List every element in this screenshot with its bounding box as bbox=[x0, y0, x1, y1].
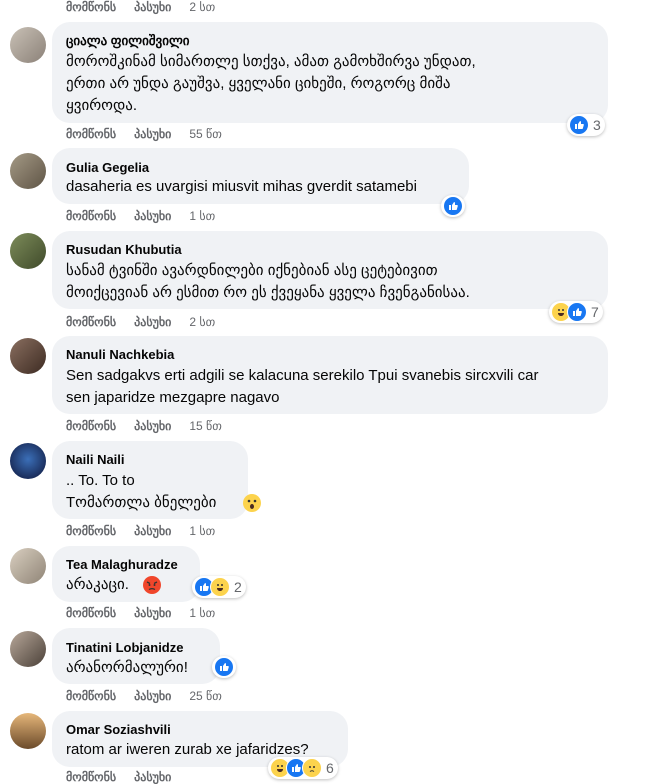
like-link[interactable]: მომწონს bbox=[66, 127, 116, 141]
comment-text: ratom ar iweren zurab xe jafaridzes? bbox=[66, 741, 309, 758]
reaction-count: 6 bbox=[326, 760, 334, 776]
reply-link[interactable]: პასუხი bbox=[134, 0, 171, 14]
like-link[interactable]: მომწონს bbox=[66, 606, 116, 620]
reaction-summary[interactable]: 7 bbox=[549, 301, 603, 323]
reaction-summary[interactable]: 3 bbox=[567, 114, 605, 136]
avatar[interactable] bbox=[10, 548, 46, 584]
avatar[interactable] bbox=[10, 338, 46, 374]
comment-author[interactable]: Omar Soziashvili bbox=[66, 722, 171, 737]
comment-time[interactable]: 25 წთ bbox=[189, 689, 222, 703]
comment-actions: მომწონს პასუხი 55 წთ bbox=[66, 127, 222, 141]
haha-reaction-icon bbox=[210, 577, 230, 597]
comment-author[interactable]: Naili Naili bbox=[66, 452, 125, 467]
avatar[interactable] bbox=[10, 233, 46, 269]
like-reaction-icon bbox=[569, 115, 589, 135]
reply-link[interactable]: პასუხი bbox=[134, 524, 171, 538]
comment-text: Tომართლა ბნელები bbox=[66, 494, 217, 511]
comment-actions: მომწონს პასუხი 2 სთ bbox=[66, 315, 215, 329]
comment-actions: მომწონს პასუხი 15 წთ bbox=[66, 419, 222, 433]
like-link[interactable]: მომწონს bbox=[66, 209, 116, 223]
like-reaction-icon bbox=[443, 196, 463, 216]
reply-link[interactable]: პასუხი bbox=[134, 770, 171, 784]
comment-time[interactable]: 1 სთ bbox=[189, 524, 215, 538]
reaction-summary[interactable]: 2 bbox=[192, 576, 246, 598]
comment-author[interactable]: Rusudan Khubutia bbox=[66, 242, 182, 257]
comment-time[interactable]: 55 წთ bbox=[189, 127, 222, 141]
comment-actions: მომწონს პასუხი bbox=[66, 770, 171, 784]
like-reaction-icon bbox=[214, 657, 234, 677]
reaction-count: 3 bbox=[593, 117, 601, 133]
reply-link[interactable]: პასუხი bbox=[134, 315, 171, 329]
comment-author[interactable]: Tinatini Lobjanidze bbox=[66, 640, 183, 655]
like-reaction-icon bbox=[567, 302, 587, 322]
reaction-summary[interactable] bbox=[441, 195, 465, 217]
angry-emoji-icon bbox=[143, 576, 161, 594]
comment-text: dasaheria es uvargisi miusvit mihas gver… bbox=[66, 178, 417, 195]
comment-time[interactable]: 2 სთ bbox=[189, 0, 215, 14]
reaction-count: 2 bbox=[234, 579, 242, 595]
avatar[interactable] bbox=[10, 443, 46, 479]
comment-author[interactable]: Gulia Gegelia bbox=[66, 160, 149, 175]
comment-author[interactable]: Tea Malaghuradze bbox=[66, 557, 178, 572]
comment-time[interactable]: 1 სთ bbox=[189, 606, 215, 620]
avatar[interactable] bbox=[10, 631, 46, 667]
comment-time[interactable]: 2 სთ bbox=[189, 315, 215, 329]
comment-text: .. To. To to bbox=[66, 472, 135, 489]
avatar[interactable] bbox=[10, 153, 46, 189]
comment-text: არანორმალური! bbox=[66, 659, 188, 676]
like-link[interactable]: მომწონს bbox=[66, 524, 116, 538]
comment-text: ყვიროდა. bbox=[66, 97, 138, 114]
comment-text: სანამ ტვინში ავარდნილები იქნებიან ასე ცე… bbox=[66, 262, 438, 279]
comment-actions: მომწონს პასუხი 1 სთ bbox=[66, 524, 215, 538]
comment-text: sen japaridze mezgapre nagavo bbox=[66, 389, 280, 406]
comment-text: არაკაცი. bbox=[66, 576, 129, 593]
comment-actions: მომწონს პასუხი 1 სთ bbox=[66, 209, 215, 223]
like-link[interactable]: მომწონს bbox=[66, 770, 116, 784]
comment-author[interactable]: ციალა ფილიშვილი bbox=[66, 33, 190, 49]
reaction-count: 7 bbox=[591, 304, 599, 320]
reply-link[interactable]: პასუხი bbox=[134, 419, 171, 433]
comment-actions: მომწონს პასუხი 1 სთ bbox=[66, 606, 215, 620]
reaction-summary[interactable] bbox=[212, 656, 236, 678]
comment-author[interactable]: Nanuli Nachkebia bbox=[66, 347, 174, 362]
like-link[interactable]: მომწონს bbox=[66, 315, 116, 329]
comment-time[interactable]: 1 სთ bbox=[189, 209, 215, 223]
like-link[interactable]: მომწონს bbox=[66, 0, 116, 14]
comment-actions: მომწონს პასუხი 2 სთ bbox=[66, 0, 215, 14]
comment-text: მოიქცევიან არ ესმით რო ეს ქვეყანა ყველა … bbox=[66, 284, 470, 301]
sad-reaction-icon bbox=[302, 758, 322, 778]
like-link[interactable]: მომწონს bbox=[66, 419, 116, 433]
comment-actions: მომწონს პასუხი 25 წთ bbox=[66, 689, 222, 703]
comment-text: მოროშკინამ სიმართლე სთქვა, ამათ გამოხშირ… bbox=[66, 53, 476, 70]
reply-link[interactable]: პასუხი bbox=[134, 606, 171, 620]
wow-emoji-icon bbox=[243, 494, 261, 512]
reply-link[interactable]: პასუხი bbox=[134, 127, 171, 141]
avatar[interactable] bbox=[10, 713, 46, 749]
comment-text: ერთი არ უნდა გაუშვა, ყველანი ციხეში, როგ… bbox=[66, 75, 451, 92]
reaction-summary[interactable]: 6 bbox=[268, 757, 338, 779]
avatar[interactable] bbox=[10, 27, 46, 63]
reply-link[interactable]: პასუხი bbox=[134, 209, 171, 223]
reply-link[interactable]: პასუხი bbox=[134, 689, 171, 703]
comment-text: Sen sadgakvs erti adgili se kalacuna ser… bbox=[66, 367, 539, 384]
comment-time[interactable]: 15 წთ bbox=[189, 419, 222, 433]
like-link[interactable]: მომწონს bbox=[66, 689, 116, 703]
